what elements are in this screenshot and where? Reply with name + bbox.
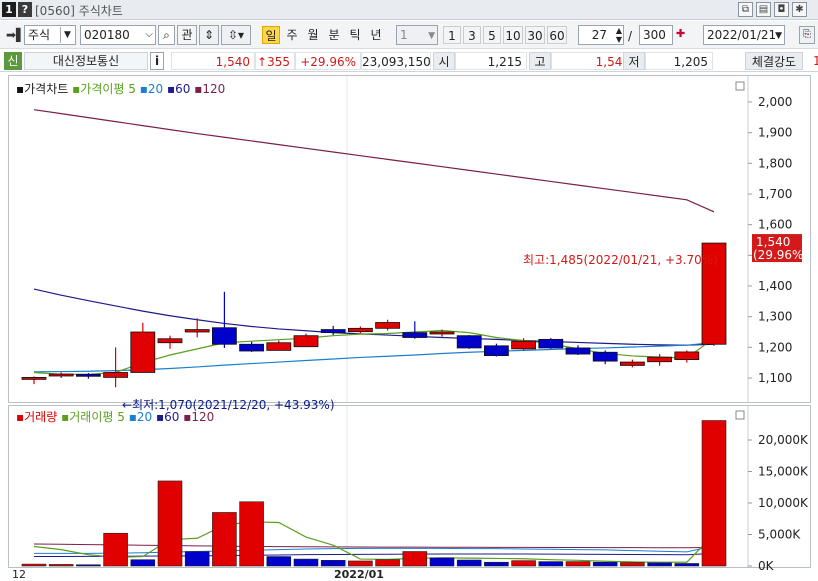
volume-bar [239, 501, 264, 567]
volume-bar [565, 561, 591, 567]
candle-body [266, 342, 292, 351]
candle-body [402, 332, 428, 338]
candle-body [48, 373, 74, 377]
volume-y-tick-label: 0K [758, 559, 775, 573]
volume-panel-close-icon [735, 410, 745, 420]
volume-bar [184, 551, 210, 567]
volume-ma120-line [33, 543, 715, 549]
volume-bar [674, 563, 700, 567]
volume-bar [620, 562, 645, 567]
candle-body [620, 361, 645, 366]
volume-bar [429, 557, 455, 567]
price-y-tick-label: 1,900 [758, 126, 792, 140]
candle-body [647, 356, 672, 363]
price-y-tick-label: 1,600 [758, 218, 792, 232]
candle-body [103, 372, 128, 378]
volume-bar [48, 564, 74, 567]
price-y-tick-label: 1,700 [758, 187, 792, 201]
volume-bar [212, 512, 237, 567]
candle-body [375, 322, 401, 329]
volume-bar [103, 532, 128, 567]
last-price-tag-percent: (29.96%) [753, 248, 808, 262]
volume-bar [320, 560, 346, 567]
last-price-tag-value: 1,540 [756, 235, 790, 249]
candle-body [592, 351, 618, 362]
volume-y-tick-label: 15,000K [758, 465, 809, 479]
candle-body [483, 345, 509, 357]
volume-bar [76, 564, 101, 567]
volume-ma60-line [34, 552, 715, 558]
high-annotation: 최고:1,485(2022/01/21, +3.70%) [523, 253, 718, 267]
price-y-tick-label: 1,100 [758, 371, 792, 385]
price-y-tick-label: 2,000 [758, 95, 792, 109]
candle-body [293, 335, 319, 348]
volume-bar [348, 560, 373, 567]
price-y-tick-label: 1,400 [758, 279, 792, 293]
candle-body [347, 327, 373, 333]
candle-body [211, 327, 237, 345]
volume-bar [484, 561, 509, 567]
candle-body [511, 340, 537, 350]
candle-body [538, 338, 564, 349]
volume-bar [21, 563, 47, 567]
candle-body [157, 338, 183, 344]
candle-body [21, 376, 47, 380]
volume-y-tick-label: 20,000K [758, 433, 809, 447]
candle-body [320, 329, 346, 334]
volume-bar [402, 551, 428, 567]
volume-ma5-line [33, 521, 715, 563]
price-y-tick-label: 1,800 [758, 156, 792, 170]
volume-bar [266, 556, 292, 567]
candle-body [429, 331, 455, 335]
volume-bar [130, 559, 156, 567]
low-annotation: ←최저:1,070(2021/12/20, +43.93%) [122, 398, 335, 412]
candle-body [239, 343, 265, 352]
volume-bar [293, 558, 319, 567]
volume-y-tick-label: 5,000K [758, 528, 801, 542]
candle-body [456, 335, 482, 349]
price-y-tick-label: 1,200 [758, 340, 792, 354]
candle-body [184, 329, 210, 333]
candle-body [674, 351, 700, 360]
volume-bar [538, 561, 564, 567]
candle-body [130, 331, 156, 373]
volume-bar [511, 560, 536, 567]
candle-body [76, 373, 101, 377]
price-y-tick-label: 1,300 [758, 310, 792, 324]
candle-body [565, 347, 591, 355]
volume-bar [157, 480, 183, 567]
volume-bar [375, 559, 400, 567]
volume-bar [456, 559, 482, 567]
chart-canvas[interactable]: 2,0001,9001,8001,7001,6001,5001,4001,300… [0, 0, 818, 581]
volume-bar [647, 562, 672, 567]
volume-bar [701, 420, 727, 567]
volume-y-tick-label: 10,000K [758, 496, 809, 510]
ma120-line [33, 109, 715, 213]
price-panel-close-icon [735, 81, 745, 91]
volume-bar [592, 561, 618, 567]
